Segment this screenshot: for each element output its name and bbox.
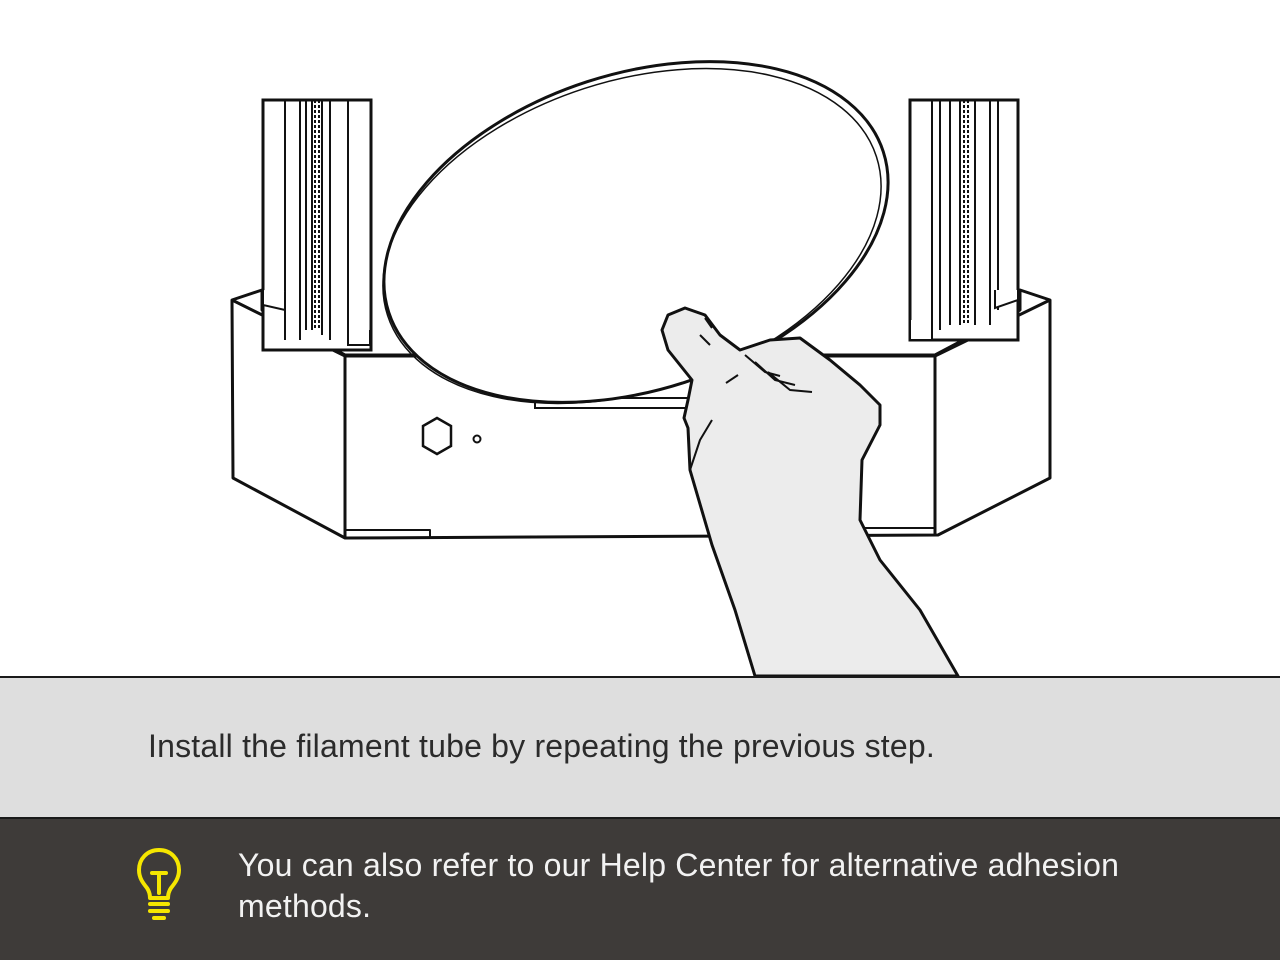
lightbulb-icon xyxy=(137,848,181,920)
status-led xyxy=(472,434,482,444)
power-button-icon xyxy=(421,416,453,456)
instruction-bar: Install the filament tube by repeating t… xyxy=(0,676,1280,817)
left-column xyxy=(261,98,373,352)
tip-bar: You can also refer to our Help Center fo… xyxy=(0,817,1280,960)
step-illustration xyxy=(0,0,1280,676)
tip-text: You can also refer to our Help Center fo… xyxy=(238,847,1120,924)
printer-illustration xyxy=(230,60,1052,676)
step-page: Install the filament tube by repeating t… xyxy=(0,0,1280,960)
instruction-text: Install the filament tube by repeating t… xyxy=(148,728,935,764)
